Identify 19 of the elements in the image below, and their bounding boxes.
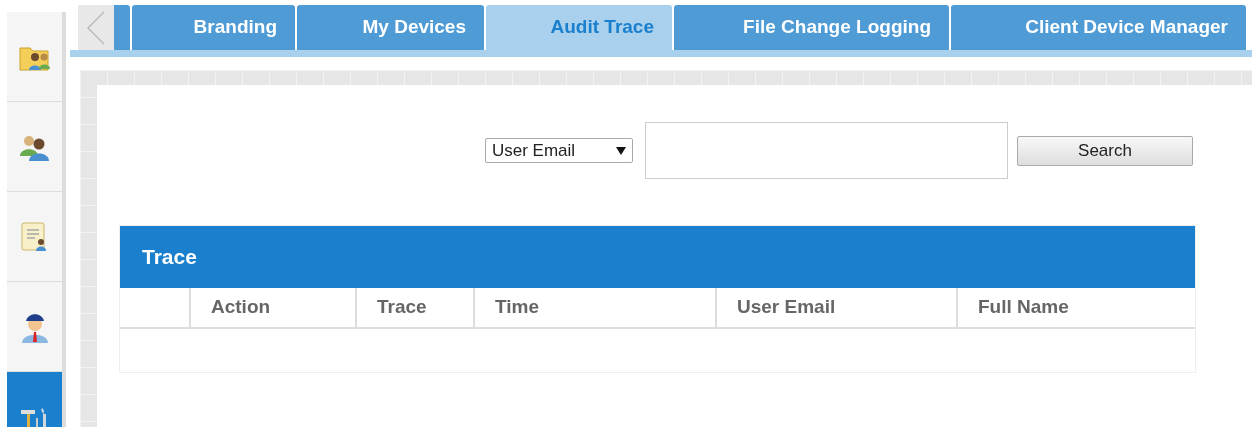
search-button[interactable]: Search bbox=[1017, 135, 1193, 166]
sidebar-item[interactable] bbox=[7, 102, 62, 192]
column-header: Action bbox=[189, 288, 355, 327]
search-field[interactable] bbox=[645, 122, 1008, 179]
tab[interactable]: Client Device Manager bbox=[951, 5, 1246, 50]
dropdown-arrow-icon bbox=[616, 146, 626, 155]
tab[interactable]: File Change Logging bbox=[674, 5, 949, 50]
column-header: User Email bbox=[715, 288, 956, 327]
table-title: Trace bbox=[142, 244, 197, 271]
sidebar-item[interactable] bbox=[7, 12, 62, 102]
column-header: Trace bbox=[355, 288, 473, 327]
sidebar-item[interactable] bbox=[7, 282, 62, 372]
tab-edge bbox=[114, 5, 130, 50]
column-header: Time bbox=[473, 288, 715, 327]
tab[interactable]: My Devices bbox=[297, 5, 484, 50]
tab[interactable]: Audit Trace bbox=[486, 5, 672, 50]
tab[interactable]: Branding bbox=[132, 5, 295, 50]
filter-dropdown[interactable]: User Email bbox=[485, 138, 633, 163]
column-header: Full Name bbox=[956, 288, 1195, 327]
